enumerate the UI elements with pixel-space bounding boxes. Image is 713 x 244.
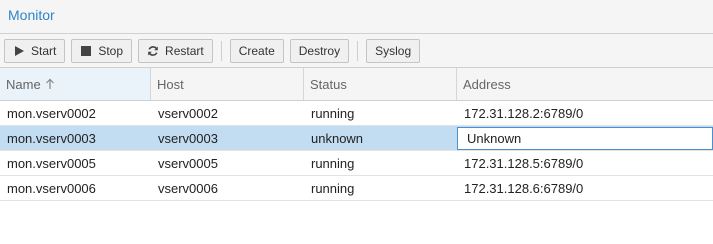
stop-button[interactable]: Stop xyxy=(71,38,133,63)
stop-icon xyxy=(80,45,92,57)
cell-status: running xyxy=(311,155,355,171)
cell-status: running xyxy=(311,180,355,196)
stop-button-label: Stop xyxy=(98,43,124,58)
table-row[interactable]: mon.vserv0002 vserv0002 running 172.31.1… xyxy=(0,101,713,126)
table-row[interactable]: mon.vserv0003 vserv0003 unknown Unknown xyxy=(0,126,713,151)
column-header-label: Status xyxy=(310,76,347,92)
column-header-host[interactable]: Host xyxy=(151,68,304,100)
table-row[interactable]: mon.vserv0005 vserv0005 running 172.31.1… xyxy=(0,151,713,176)
cell-name: mon.vserv0005 xyxy=(7,155,96,171)
cell-address: Unknown xyxy=(457,126,713,150)
cell-host: vserv0005 xyxy=(158,155,218,171)
refresh-icon xyxy=(147,45,159,57)
cell-host: vserv0002 xyxy=(158,105,218,121)
monitor-grid: Name Host Status Address mon.vserv0002 v… xyxy=(0,68,713,201)
destroy-button[interactable]: Destroy xyxy=(289,38,350,63)
column-header-label: Address xyxy=(463,76,511,92)
cell-name: mon.vserv0003 xyxy=(7,130,96,146)
panel-title: Monitor xyxy=(8,7,55,23)
column-header-name[interactable]: Name xyxy=(0,68,151,100)
syslog-button-label: Syslog xyxy=(375,43,412,58)
toolbar: Start Stop Restart Create Destroy Syslog xyxy=(0,34,713,68)
create-button-label: Create xyxy=(238,43,275,58)
table-row[interactable]: mon.vserv0006 vserv0006 running 172.31.1… xyxy=(0,176,713,201)
column-header-address[interactable]: Address xyxy=(457,68,713,100)
column-header-label: Host xyxy=(157,76,184,92)
column-header-status[interactable]: Status xyxy=(304,68,457,100)
cell-name: mon.vserv0006 xyxy=(7,180,96,196)
grid-header: Name Host Status Address xyxy=(0,68,713,101)
toolbar-separator xyxy=(220,40,222,61)
restart-button-label: Restart xyxy=(165,43,204,58)
play-icon xyxy=(13,45,25,57)
sort-ascending-icon xyxy=(45,78,55,90)
cell-status: running xyxy=(311,105,355,121)
cell-status: unknown xyxy=(311,130,364,146)
start-button[interactable]: Start xyxy=(4,38,66,63)
syslog-button[interactable]: Syslog xyxy=(366,38,421,63)
cell-address: 172.31.128.2:6789/0 xyxy=(464,105,584,121)
cell-name: mon.vserv0002 xyxy=(7,105,96,121)
cell-host: vserv0006 xyxy=(158,180,218,196)
cell-host: vserv0003 xyxy=(158,130,218,146)
restart-button[interactable]: Restart xyxy=(138,38,213,63)
column-header-label: Name xyxy=(6,76,41,92)
cell-address: 172.31.128.5:6789/0 xyxy=(464,155,584,171)
cell-address: 172.31.128.6:6789/0 xyxy=(464,180,584,196)
destroy-button-label: Destroy xyxy=(298,43,341,58)
create-button[interactable]: Create xyxy=(229,38,284,63)
panel-header: Monitor xyxy=(0,0,713,34)
toolbar-separator xyxy=(357,40,359,61)
start-button-label: Start xyxy=(31,43,57,58)
monitor-panel: Monitor Start Stop Restart Create Destro… xyxy=(0,0,713,244)
